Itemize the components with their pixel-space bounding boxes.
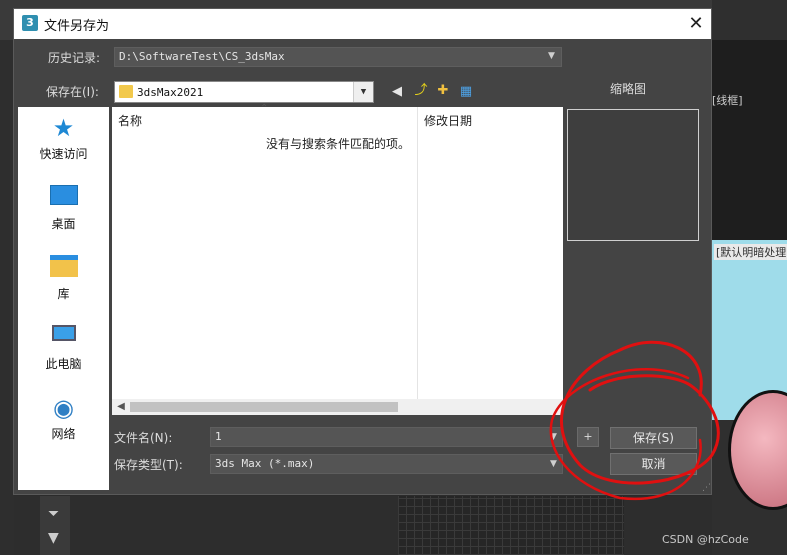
close-button[interactable]: ✕ [684, 13, 708, 35]
chevron-down-icon[interactable]: ▼ [550, 459, 557, 469]
scroll-thumb[interactable] [130, 402, 398, 412]
grid-viewport [398, 496, 624, 555]
chevron-down-icon[interactable]: ▼ [353, 82, 373, 102]
place-network[interactable]: ◉ 网络 [18, 395, 109, 457]
left-strip [0, 40, 14, 555]
place-label: 网络 [51, 427, 76, 441]
place-quick-access[interactable]: ★ 快速访问 [18, 115, 109, 177]
file-list[interactable]: 名称 ⌃ 修改日期 没有与搜索条件匹配的项。 ◀ [112, 103, 563, 415]
save-in-dropdown[interactable]: 3dsMax2021 ▼ [114, 81, 374, 103]
desktop-icon [49, 185, 79, 211]
column-header-name[interactable]: 名称 [118, 112, 142, 129]
increment-button[interactable]: + [577, 427, 599, 447]
empty-message: 没有与搜索条件匹配的项。 [266, 137, 411, 151]
filter-icon[interactable]: ⏷ [48, 506, 59, 522]
horizontal-scrollbar[interactable]: ◀ [112, 399, 563, 415]
dialog-title: 文件另存为 [44, 19, 110, 34]
save-in-value: 3dsMax2021 [137, 86, 204, 99]
computer-icon [49, 325, 79, 351]
back-arrow-icon[interactable]: ◀ [388, 83, 406, 101]
star-icon: ★ [52, 114, 75, 142]
places-bar: ★ 快速访问 桌面 库 此电脑 ◉ 网络 [18, 107, 109, 490]
new-folder-icon[interactable]: ✚ [434, 82, 452, 100]
thumbnail-preview [567, 109, 699, 241]
library-icon [49, 255, 79, 281]
place-desktop[interactable]: 桌面 [18, 185, 109, 247]
app-logo-icon: 3 [22, 15, 38, 31]
tools-strip: ⏷ ▼ [40, 496, 70, 555]
resize-grip-icon[interactable]: ⋰ [702, 483, 711, 493]
place-label: 此电脑 [45, 357, 82, 371]
folder-icon [119, 85, 133, 98]
view-menu-icon[interactable]: ▦ [457, 83, 475, 101]
file-name-input[interactable]: 1 [210, 427, 563, 447]
column-header-date[interactable]: 修改日期 [424, 112, 472, 129]
shading-label[interactable]: [默认明暗处理] [714, 244, 787, 260]
dialog-titlebar[interactable]: 3 文件另存为 ✕ [14, 9, 711, 39]
column-divider[interactable] [417, 107, 418, 399]
thumbnail-label: 缩略图 [610, 82, 647, 96]
save-button[interactable]: 保存(S) [610, 427, 697, 449]
viewport-label[interactable]: [线框] [712, 92, 743, 108]
history-label: 历史记录: [48, 51, 101, 65]
up-folder-icon[interactable]: ⤴ [412, 82, 430, 100]
file-type-dropdown[interactable]: 3ds Max (*.max) [210, 454, 563, 474]
history-dropdown[interactable]: D:\SoftwareTest\CS_3dsMax [114, 47, 562, 67]
sort-caret-icon: ⌃ [260, 103, 269, 114]
chevron-down-icon[interactable]: ▼ [548, 51, 555, 61]
viewport-top[interactable] [712, 40, 787, 240]
chevron-down-icon[interactable]: ▼ [550, 432, 557, 442]
file-type-label: 保存类型(T): [114, 458, 183, 472]
file-name-label: 文件名(N): [114, 431, 173, 445]
save-as-dialog: 3 文件另存为 ✕ 历史记录: D:\SoftwareTest\CS_3dsMa… [13, 8, 712, 495]
watermark: CSDN @hzCode [662, 533, 749, 546]
network-icon: ◉ [53, 394, 74, 422]
place-label: 快速访问 [39, 147, 88, 161]
place-this-pc[interactable]: 此电脑 [18, 325, 109, 387]
scroll-left-icon[interactable]: ◀ [114, 399, 128, 415]
save-in-label: 保存在(I): [46, 85, 99, 99]
place-library[interactable]: 库 [18, 255, 109, 317]
funnel-icon[interactable]: ▼ [48, 530, 59, 546]
place-label: 库 [57, 287, 70, 301]
cancel-button[interactable]: 取消 [610, 453, 697, 475]
place-label: 桌面 [51, 217, 76, 231]
